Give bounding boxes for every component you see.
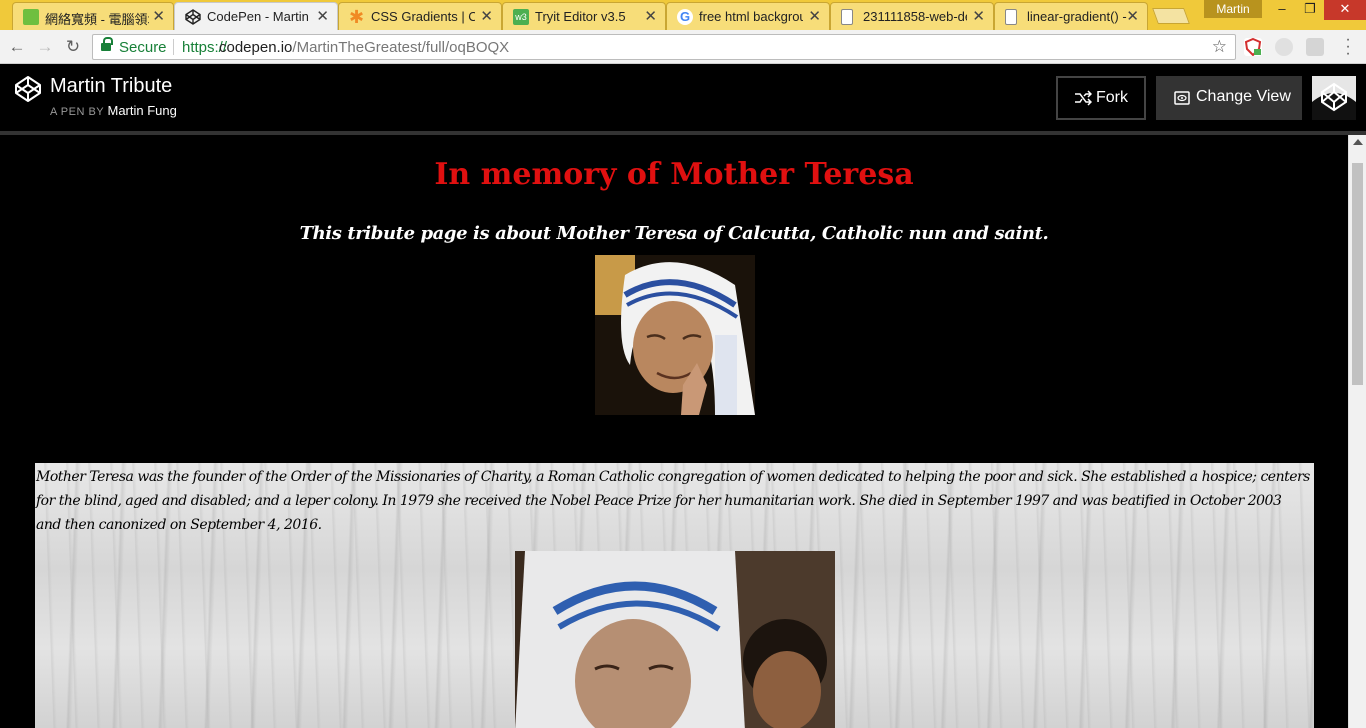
scroll-up-arrow-icon[interactable] bbox=[1353, 139, 1363, 145]
w3-favicon-icon: w3 bbox=[513, 9, 529, 25]
view-icon bbox=[1174, 91, 1190, 105]
bio-section: Mother Teresa was the founder of the Ord… bbox=[35, 463, 1314, 728]
extension-icon[interactable] bbox=[1275, 38, 1293, 56]
browser-tab[interactable]: 網絡寬頻 - 電腦領域 ✕ bbox=[12, 2, 174, 30]
shield-extension-icon[interactable] bbox=[1244, 37, 1262, 57]
codepen-favicon-icon bbox=[185, 9, 201, 25]
browser-tab[interactable]: G free html backgrounds ✕ bbox=[666, 2, 830, 30]
document-favicon-icon bbox=[1005, 9, 1017, 25]
browser-tab[interactable]: w3 Tryit Editor v3.5 ✕ bbox=[502, 2, 666, 30]
browser-tab-active[interactable]: CodePen - Martin Tribute ✕ bbox=[174, 2, 338, 30]
browser-toolbar: ← → ↻ Secure https:// codepen.io/MartinT… bbox=[0, 30, 1366, 64]
restore-button[interactable]: ❐ bbox=[1296, 0, 1324, 20]
page-subtitle: This tribute page is about Mother Teresa… bbox=[299, 223, 1049, 244]
avatar[interactable] bbox=[1312, 76, 1356, 120]
pen-byline: A PEN BY Martin Fung bbox=[50, 103, 177, 118]
codepen-logo-icon[interactable] bbox=[14, 75, 42, 103]
close-icon[interactable]: ✕ bbox=[644, 7, 657, 25]
browser-tab[interactable]: ✱ CSS Gradients | CSS-Tricks ✕ bbox=[338, 2, 502, 30]
vertical-scrollbar[interactable] bbox=[1348, 135, 1366, 728]
reload-icon[interactable]: ↻ bbox=[62, 36, 84, 58]
fork-icon bbox=[1075, 90, 1092, 106]
profile-name[interactable]: Martin bbox=[1204, 0, 1262, 18]
extension-icon[interactable] bbox=[1306, 38, 1324, 56]
document-favicon-icon bbox=[841, 9, 853, 25]
minimize-button[interactable]: – bbox=[1268, 0, 1296, 20]
back-arrow-icon[interactable]: ← bbox=[6, 36, 28, 58]
tab-title: linear-gradient() - CSS bbox=[1027, 9, 1131, 24]
close-icon[interactable]: ✕ bbox=[480, 7, 493, 25]
close-window-button[interactable]: ✕ bbox=[1324, 0, 1366, 20]
divider bbox=[173, 39, 174, 55]
close-icon[interactable]: ✕ bbox=[808, 7, 821, 25]
url-host: codepen.io bbox=[219, 39, 293, 56]
url-path: /MartinTheGreatest/full/oqBOQX bbox=[292, 39, 510, 56]
page-title: In memory of Mother Teresa bbox=[434, 157, 914, 192]
scrollbar-thumb[interactable] bbox=[1352, 163, 1363, 385]
close-icon[interactable]: ✕ bbox=[1126, 7, 1139, 25]
pen-title[interactable]: Martin Tribute bbox=[50, 75, 172, 98]
tab-title: 231111858-web-design bbox=[863, 9, 967, 24]
close-icon[interactable]: ✕ bbox=[972, 7, 985, 25]
google-favicon-icon: G bbox=[677, 9, 693, 25]
tab-title: Tryit Editor v3.5 bbox=[535, 9, 626, 24]
lock-icon bbox=[101, 37, 113, 53]
bio-text: Mother Teresa was the founder of the Ord… bbox=[36, 469, 1310, 533]
address-bar[interactable]: Secure https:// codepen.io/MartinTheGrea… bbox=[92, 34, 1236, 60]
tab-strip: 網絡寬頻 - 電腦領域 ✕ CodePen - Martin Tribute ✕… bbox=[0, 0, 1366, 30]
change-view-button[interactable]: Change View bbox=[1156, 76, 1302, 120]
tab-title: free html backgrounds bbox=[699, 9, 803, 24]
browser-tab[interactable]: linear-gradient() - CSS ✕ bbox=[994, 2, 1148, 30]
fork-button[interactable]: Fork bbox=[1056, 76, 1146, 120]
change-view-label: Change View bbox=[1196, 88, 1291, 105]
pen-by-label: A PEN BY bbox=[50, 106, 104, 118]
browser-tab[interactable]: 231111858-web-design ✕ bbox=[830, 2, 994, 30]
mother-teresa-portrait-image bbox=[595, 255, 755, 415]
asterisk-favicon-icon: ✱ bbox=[349, 7, 365, 27]
author-link[interactable]: Martin Fung bbox=[108, 103, 177, 118]
tab-title: CodePen - Martin Tribute bbox=[207, 9, 311, 24]
secure-label: Secure bbox=[119, 39, 167, 56]
tab-title: CSS Gradients | CSS-Tricks bbox=[371, 9, 475, 24]
close-icon[interactable]: ✕ bbox=[152, 7, 165, 25]
forward-arrow-icon[interactable]: → bbox=[34, 36, 56, 58]
mother-teresa-with-child-image bbox=[515, 551, 835, 728]
fork-label: Fork bbox=[1096, 89, 1128, 106]
page-content: In memory of Mother Teresa This tribute … bbox=[0, 135, 1348, 728]
more-vert-icon[interactable]: · · · bbox=[1343, 32, 1353, 62]
codepen-header: Martin Tribute A PEN BY Martin Fung Fork… bbox=[0, 65, 1366, 131]
new-tab-button[interactable] bbox=[1152, 8, 1190, 24]
url-text: codepen.io/MartinTheGreatest/full/oqBOQX bbox=[219, 39, 509, 56]
star-icon[interactable]: ☆ bbox=[1212, 37, 1227, 57]
close-icon[interactable]: ✕ bbox=[316, 7, 329, 25]
tab-title: 網絡寬頻 - 電腦領域 bbox=[45, 12, 149, 27]
tab-favicon-icon bbox=[23, 9, 39, 25]
